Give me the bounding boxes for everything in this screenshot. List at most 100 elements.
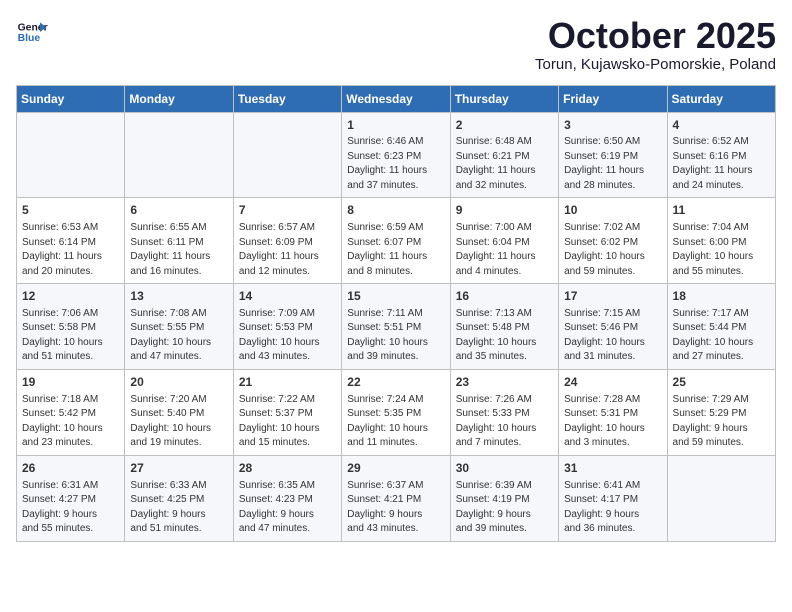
week-row-2: 5Sunrise: 6:53 AM Sunset: 6:14 PM Daylig… xyxy=(17,198,776,284)
calendar-cell: 3Sunrise: 6:50 AM Sunset: 6:19 PM Daylig… xyxy=(559,112,667,198)
calendar-cell: 30 Sunrise: 6:39 AM Sunset: 4:19 PM Dayli… xyxy=(450,455,558,541)
week-row-3: 12 Sunrise: 7:06 AM Sunset: 5:58 PM Dayli… xyxy=(17,284,776,370)
calendar-cell: 6 Sunrise: 6:55 AM Sunset: 6:11 PM Daylig… xyxy=(125,198,233,284)
day-info: Sunrise: 7:18 AM Sunset: 5:42 PM Dayligh… xyxy=(22,393,119,451)
day-number: 5 xyxy=(22,202,119,219)
calendar-cell: 1Sunrise: 6:46 AM Sunset: 6:23 PM Daylig… xyxy=(342,112,450,198)
calendar-cell: 20 Sunrise: 7:20 AM Sunset: 5:40 PM Dayli… xyxy=(125,369,233,455)
day-number: 12 xyxy=(22,288,119,305)
day-number: 20 xyxy=(130,374,227,391)
day-number: 9 xyxy=(456,202,553,219)
day-info: Sunrise: 6:50 AM Sunset: 6:19 PM Dayligh… xyxy=(564,135,661,193)
day-number: 16 xyxy=(456,288,553,305)
day-number: 23 xyxy=(456,374,553,391)
header-saturday: Saturday xyxy=(667,85,775,112)
calendar-cell: 29 Sunrise: 6:37 AM Sunset: 4:21 PM Dayli… xyxy=(342,455,450,541)
calendar-cell: 23 Sunrise: 7:26 AM Sunset: 5:33 PM Dayli… xyxy=(450,369,558,455)
calendar-cell: 13 Sunrise: 7:08 AM Sunset: 5:55 PM Dayli… xyxy=(125,284,233,370)
calendar-cell: 25 Sunrise: 7:29 AM Sunset: 5:29 PM Dayli… xyxy=(667,369,775,455)
calendar-cell xyxy=(667,455,775,541)
day-info: Sunrise: 7:26 AM Sunset: 5:33 PM Dayligh… xyxy=(456,393,553,451)
day-info: Sunrise: 6:41 AM Sunset: 4:17 PM Dayligh… xyxy=(564,479,661,537)
calendar-cell: 12 Sunrise: 7:06 AM Sunset: 5:58 PM Dayli… xyxy=(17,284,125,370)
header-sunday: Sunday xyxy=(17,85,125,112)
day-info: Sunrise: 6:59 AM Sunset: 6:07 PM Dayligh… xyxy=(347,221,444,279)
day-info: Sunrise: 7:08 AM Sunset: 5:55 PM Dayligh… xyxy=(130,307,227,365)
day-info: Sunrise: 7:09 AM Sunset: 5:53 PM Dayligh… xyxy=(239,307,336,365)
day-info: Sunrise: 7:29 AM Sunset: 5:29 PM Dayligh… xyxy=(673,393,770,451)
day-number: 31 xyxy=(564,460,661,477)
calendar-cell: 7Sunrise: 6:57 AM Sunset: 6:09 PM Daylig… xyxy=(233,198,341,284)
week-row-4: 19Sunrise: 7:18 AM Sunset: 5:42 PM Dayli… xyxy=(17,369,776,455)
header-monday: Monday xyxy=(125,85,233,112)
day-number: 30 xyxy=(456,460,553,477)
logo-icon: General Blue xyxy=(16,16,48,48)
calendar-cell: 15 Sunrise: 7:11 AM Sunset: 5:51 PM Dayli… xyxy=(342,284,450,370)
day-info: Sunrise: 7:22 AM Sunset: 5:37 PM Dayligh… xyxy=(239,393,336,451)
day-number: 14 xyxy=(239,288,336,305)
calendar-cell: 16 Sunrise: 7:13 AM Sunset: 5:48 PM Dayli… xyxy=(450,284,558,370)
calendar-cell xyxy=(125,112,233,198)
day-info: Sunrise: 6:35 AM Sunset: 4:23 PM Dayligh… xyxy=(239,479,336,537)
calendar-cell xyxy=(17,112,125,198)
calendar-cell: 21 Sunrise: 7:22 AM Sunset: 5:37 PM Dayli… xyxy=(233,369,341,455)
day-info: Sunrise: 7:20 AM Sunset: 5:40 PM Dayligh… xyxy=(130,393,227,451)
calendar-header: SundayMondayTuesdayWednesdayThursdayFrid… xyxy=(17,85,776,112)
header-thursday: Thursday xyxy=(450,85,558,112)
day-number: 1 xyxy=(347,117,444,134)
day-info: Sunrise: 6:48 AM Sunset: 6:21 PM Dayligh… xyxy=(456,135,553,193)
calendar-cell: 5Sunrise: 6:53 AM Sunset: 6:14 PM Daylig… xyxy=(17,198,125,284)
day-number: 25 xyxy=(673,374,770,391)
day-info: Sunrise: 7:13 AM Sunset: 5:48 PM Dayligh… xyxy=(456,307,553,365)
day-info: Sunrise: 7:28 AM Sunset: 5:31 PM Dayligh… xyxy=(564,393,661,451)
day-info: Sunrise: 7:06 AM Sunset: 5:58 PM Dayligh… xyxy=(22,307,119,365)
day-number: 7 xyxy=(239,202,336,219)
day-number: 6 xyxy=(130,202,227,219)
calendar-cell: 9 Sunrise: 7:00 AM Sunset: 6:04 PM Daylig… xyxy=(450,198,558,284)
month-title: October 2025 xyxy=(535,16,776,56)
calendar-cell: 24 Sunrise: 7:28 AM Sunset: 5:31 PM Dayli… xyxy=(559,369,667,455)
calendar-cell: 4Sunrise: 6:52 AM Sunset: 6:16 PM Daylig… xyxy=(667,112,775,198)
day-number: 21 xyxy=(239,374,336,391)
calendar-cell: 2Sunrise: 6:48 AM Sunset: 6:21 PM Daylig… xyxy=(450,112,558,198)
day-info: Sunrise: 7:11 AM Sunset: 5:51 PM Dayligh… xyxy=(347,307,444,365)
calendar-cell: 8 Sunrise: 6:59 AM Sunset: 6:07 PM Daylig… xyxy=(342,198,450,284)
calendar-cell: 18 Sunrise: 7:17 AM Sunset: 5:44 PM Dayli… xyxy=(667,284,775,370)
calendar-cell: 10 Sunrise: 7:02 AM Sunset: 6:02 PM Dayli… xyxy=(559,198,667,284)
day-number: 26 xyxy=(22,460,119,477)
day-number: 13 xyxy=(130,288,227,305)
location-title: Torun, Kujawsko-Pomorskie, Poland xyxy=(535,56,776,73)
day-number: 24 xyxy=(564,374,661,391)
svg-text:Blue: Blue xyxy=(18,33,41,44)
day-number: 10 xyxy=(564,202,661,219)
day-info: Sunrise: 7:15 AM Sunset: 5:46 PM Dayligh… xyxy=(564,307,661,365)
calendar-table: SundayMondayTuesdayWednesdayThursdayFrid… xyxy=(16,85,776,542)
day-number: 22 xyxy=(347,374,444,391)
day-info: Sunrise: 6:52 AM Sunset: 6:16 PM Dayligh… xyxy=(673,135,770,193)
calendar-cell: 11Sunrise: 7:04 AM Sunset: 6:00 PM Dayli… xyxy=(667,198,775,284)
day-number: 15 xyxy=(347,288,444,305)
day-number: 27 xyxy=(130,460,227,477)
day-info: Sunrise: 7:00 AM Sunset: 6:04 PM Dayligh… xyxy=(456,221,553,279)
day-info: Sunrise: 6:39 AM Sunset: 4:19 PM Dayligh… xyxy=(456,479,553,537)
day-info: Sunrise: 6:55 AM Sunset: 6:11 PM Dayligh… xyxy=(130,221,227,279)
calendar-cell xyxy=(233,112,341,198)
day-number: 4 xyxy=(673,117,770,134)
day-number: 29 xyxy=(347,460,444,477)
day-number: 3 xyxy=(564,117,661,134)
day-info: Sunrise: 7:24 AM Sunset: 5:35 PM Dayligh… xyxy=(347,393,444,451)
calendar-cell: 31 Sunrise: 6:41 AM Sunset: 4:17 PM Dayli… xyxy=(559,455,667,541)
calendar-cell: 19Sunrise: 7:18 AM Sunset: 5:42 PM Dayli… xyxy=(17,369,125,455)
day-number: 8 xyxy=(347,202,444,219)
header-tuesday: Tuesday xyxy=(233,85,341,112)
calendar-cell: 17Sunrise: 7:15 AM Sunset: 5:46 PM Dayli… xyxy=(559,284,667,370)
day-info: Sunrise: 7:17 AM Sunset: 5:44 PM Dayligh… xyxy=(673,307,770,365)
day-number: 18 xyxy=(673,288,770,305)
logo: General Blue xyxy=(16,16,48,48)
day-info: Sunrise: 6:37 AM Sunset: 4:21 PM Dayligh… xyxy=(347,479,444,537)
day-number: 28 xyxy=(239,460,336,477)
title-area: October 2025 Torun, Kujawsko-Pomorskie, … xyxy=(535,16,776,73)
header-wednesday: Wednesday xyxy=(342,85,450,112)
day-info: Sunrise: 7:02 AM Sunset: 6:02 PM Dayligh… xyxy=(564,221,661,279)
day-info: Sunrise: 6:46 AM Sunset: 6:23 PM Dayligh… xyxy=(347,135,444,193)
